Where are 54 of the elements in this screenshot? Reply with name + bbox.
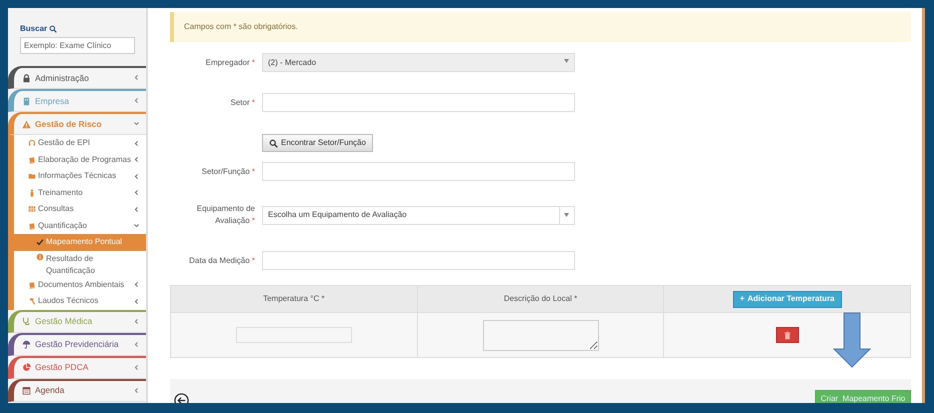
lock-icon bbox=[22, 74, 31, 82]
description-field[interactable] bbox=[482, 320, 598, 350]
required-fields-alert: Campos com * são obrigatórios. bbox=[170, 12, 911, 42]
select-field[interactable]: Escolha um Equipamento de Avaliação bbox=[262, 206, 575, 224]
sidebar-item[interactable]: Agenda bbox=[8, 378, 146, 402]
umbrella-icon bbox=[22, 340, 31, 349]
sidebar-item[interactable]: Informações Técnicas bbox=[8, 168, 146, 184]
delete-button[interactable] bbox=[776, 327, 799, 343]
input-field[interactable] bbox=[262, 162, 575, 181]
sidebar-item[interactable]: Quantificação bbox=[8, 218, 146, 234]
trash-icon bbox=[782, 330, 792, 340]
field-label: Setor/Função * bbox=[202, 166, 255, 176]
column-header: Temperatura °C * bbox=[263, 293, 325, 305]
sidebar-item[interactable]: Elaboração de Programas bbox=[8, 152, 146, 168]
field-label: Data da Medição * bbox=[189, 256, 255, 264]
temperature-field[interactable] bbox=[236, 327, 352, 343]
search-icon bbox=[269, 138, 278, 148]
folder-icon bbox=[28, 172, 36, 180]
plus-icon: + bbox=[740, 293, 745, 305]
hammer-icon bbox=[28, 297, 36, 306]
sidebar-item[interactable]: Consultas bbox=[8, 201, 146, 218]
table-icon bbox=[28, 205, 36, 214]
search-field[interactable]: Exemplo: Exame Clínico bbox=[20, 37, 135, 54]
field-label: Equipamento de Avaliação * bbox=[196, 204, 255, 225]
field-label: Empregador * bbox=[206, 58, 255, 66]
sidebar-item[interactable]: Gestão PDCA bbox=[8, 356, 146, 378]
sidebar-item[interactable]: Gestão Previdenciária bbox=[8, 332, 146, 356]
input-field[interactable] bbox=[262, 251, 575, 270]
down-arrow-annotation bbox=[833, 312, 871, 368]
stethoscope-icon bbox=[22, 317, 31, 326]
calendar-icon bbox=[22, 386, 31, 395]
warning-icon bbox=[22, 120, 31, 128]
person-icon bbox=[28, 188, 36, 197]
pie-chart-icon bbox=[22, 363, 31, 372]
sidebar-item[interactable]: Documentos Ambientais bbox=[8, 276, 146, 293]
search-label: Buscar bbox=[20, 23, 48, 35]
info-icon bbox=[36, 252, 44, 260]
sidebar-item[interactable]: Treinamento bbox=[8, 184, 146, 201]
find-sector-button[interactable]: Encontrar Setor/Função bbox=[262, 134, 373, 152]
input-field[interactable] bbox=[262, 93, 575, 112]
sidebar-item[interactable]: Laudos Técnicos bbox=[8, 293, 146, 310]
sidebar-item[interactable]: Gestão de EPI bbox=[8, 135, 146, 152]
column-header: Descrição do Local * bbox=[504, 293, 578, 305]
sidebar-item[interactable]: Administração bbox=[8, 66, 146, 89]
book-icon bbox=[28, 156, 36, 164]
dropdown-caret-icon bbox=[559, 206, 569, 224]
search-icon bbox=[49, 25, 58, 33]
check-icon bbox=[36, 238, 44, 246]
headset-icon bbox=[28, 139, 36, 148]
field-label: Setor * bbox=[230, 98, 255, 106]
building-icon bbox=[22, 96, 31, 106]
sidebar-item[interactable]: Resultado de Quantificação bbox=[8, 250, 146, 276]
book-icon bbox=[28, 280, 36, 289]
book-icon bbox=[28, 222, 36, 230]
